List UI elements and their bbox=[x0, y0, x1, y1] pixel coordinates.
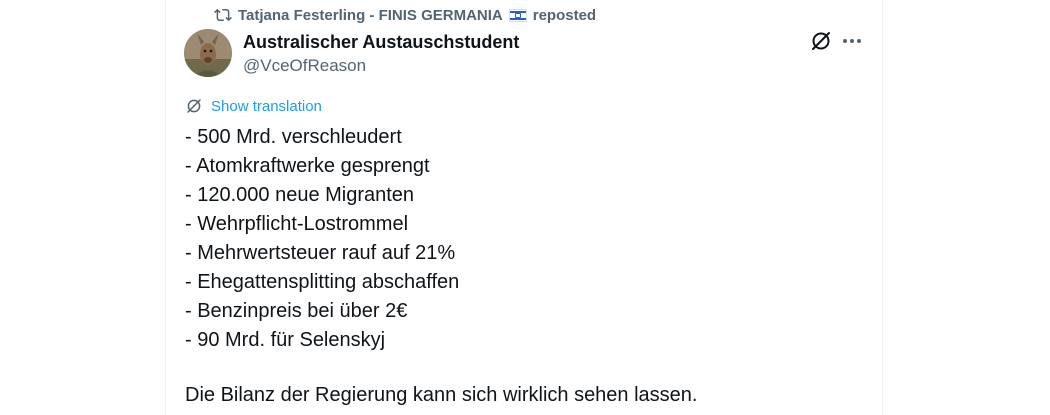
tweet-line: - 90 Mrd. für Selenskyj bbox=[185, 329, 386, 351]
repost-icon bbox=[214, 8, 232, 22]
repost-context[interactable]: Tatjana Festerling - FINIS GERMANIA repo… bbox=[214, 5, 596, 25]
translate-icon bbox=[187, 99, 201, 113]
avatar[interactable] bbox=[184, 29, 232, 77]
tweet-text: - 500 Mrd. verschleudert - Atomkraftwerk… bbox=[185, 123, 459, 355]
tweet-line: - Mehrwertsteuer rauf auf 21% bbox=[185, 242, 456, 264]
show-translation-link[interactable]: Show translation bbox=[185, 97, 322, 115]
avatar-image bbox=[184, 29, 232, 77]
author-display-name[interactable]: Australischer Austauschstudent bbox=[243, 31, 519, 53]
tweet-page: Tatjana Festerling - FINIS GERMANIA repo… bbox=[0, 0, 1050, 415]
tweet-line: - 500 Mrd. verschleudert bbox=[185, 126, 402, 148]
tweet-line: - 120.000 neue Migranten bbox=[185, 184, 415, 206]
tweet-closing-line: Die Bilanz der Regierung kann sich wirkl… bbox=[185, 384, 698, 406]
tweet-line: - Ehegattensplitting abschaffen bbox=[185, 271, 460, 293]
reposted-label: reposted bbox=[532, 6, 597, 24]
show-translation-label[interactable]: Show translation bbox=[211, 98, 322, 115]
reposter-name[interactable]: Tatjana Festerling - FINIS GERMANIA bbox=[238, 7, 503, 24]
author-block[interactable]: Australischer Austauschstudent @VceOfRea… bbox=[243, 31, 519, 77]
tweet-line: - Atomkraftwerke gesprengt bbox=[185, 155, 430, 177]
israel-flag-icon bbox=[508, 8, 527, 22]
tweet-line: - Benzinpreis bei über 2€ bbox=[185, 300, 408, 322]
grok-icon[interactable] bbox=[809, 29, 833, 53]
author-handle[interactable]: @VceOfReason bbox=[243, 55, 519, 77]
more-icon[interactable] bbox=[840, 29, 864, 53]
tweet-line: - Wehrpflicht-Lostrommel bbox=[185, 213, 409, 235]
